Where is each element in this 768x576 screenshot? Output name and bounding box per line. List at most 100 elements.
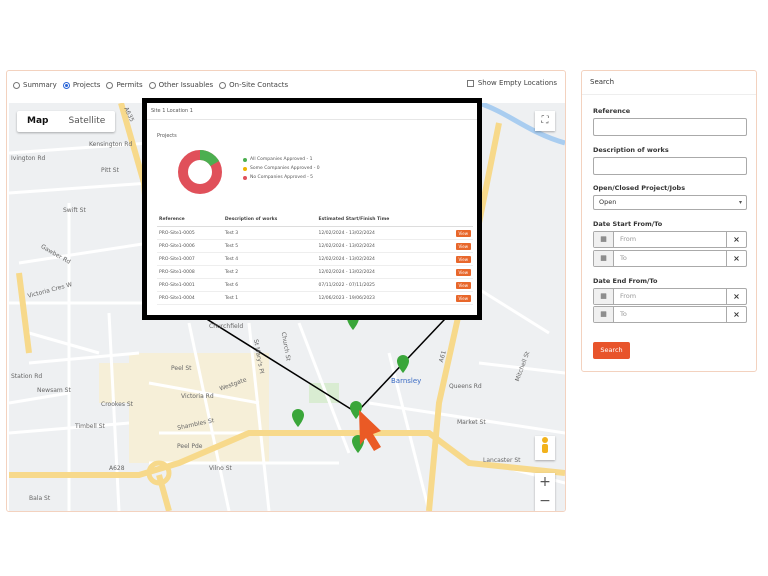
reference-input[interactable] — [593, 118, 747, 136]
table-cell: PRO-Site1-0007 — [157, 252, 223, 266]
legend-item: Some Companies Approved - 0 — [243, 166, 320, 171]
map-type-satellite-button[interactable]: Satellite — [58, 111, 115, 132]
view-button[interactable]: View — [455, 242, 471, 250]
map-type-map-button[interactable]: Map — [17, 111, 58, 132]
legend-dot-icon — [243, 157, 247, 162]
table-cell: Test 4 — [222, 252, 317, 266]
pegman-icon[interactable] — [535, 436, 555, 460]
show-empty-locations-checkbox[interactable]: Show Empty Locations — [466, 79, 557, 87]
view-button[interactable]: View — [455, 268, 471, 276]
street-label: Market St — [457, 419, 486, 426]
donut-legend: All Companies Approved - 1 Some Companies… — [243, 157, 320, 184]
legend-label: No Companies Approved - 5 — [250, 175, 314, 180]
calendar-icon[interactable]: ▦ — [594, 232, 614, 247]
status-label: Open/Closed Project/Jobs — [593, 184, 686, 192]
table-row: PRO-Site1-0008 Test 2 12/02/2024 - 13/02/2… — [157, 265, 473, 279]
projects-donut-chart — [178, 150, 222, 194]
radio-icon — [148, 81, 156, 89]
map-type-control: Map Satellite — [17, 111, 116, 132]
table-cell: 12/02/2024 - 13/02/2024 — [316, 265, 441, 279]
date-end-from-field[interactable]: ▦ From × — [593, 288, 747, 305]
street-label: Swift St — [63, 207, 86, 214]
street-label: Lancaster St — [483, 457, 521, 464]
street-label: Peel Pde — [177, 443, 203, 450]
date-end-label: Date End From/To — [593, 277, 658, 285]
filter-permits-radio[interactable]: Permits — [106, 81, 143, 89]
date-end-from-input[interactable]: From — [614, 289, 726, 304]
zoom-control: + − — [535, 473, 555, 511]
table-cell: 12/06/2023 - 19/06/2023 — [316, 291, 441, 305]
street-label: Bala St — [29, 495, 51, 502]
chevron-down-icon: ▾ — [738, 199, 742, 206]
street-label: Ivington Rd — [11, 155, 46, 162]
view-button[interactable]: View — [455, 294, 471, 302]
date-start-from-input[interactable]: From — [614, 232, 726, 247]
view-button[interactable]: View — [455, 229, 471, 237]
filter-other-issuables-radio[interactable]: Other Issuables — [148, 81, 213, 89]
street-label: A628 — [109, 465, 125, 472]
street-label: Queens Rd — [449, 383, 482, 390]
view-button[interactable]: View — [455, 255, 471, 263]
search-panel: Search Reference Description of works Op… — [581, 70, 757, 372]
table-cell: View — [440, 252, 473, 266]
date-start-from-field[interactable]: ▦ From × — [593, 231, 747, 248]
fullscreen-icon[interactable]: ⛶ — [535, 111, 555, 131]
table-cell: View — [440, 278, 473, 292]
clear-icon[interactable]: × — [726, 251, 746, 266]
filter-projects-radio[interactable]: Projects — [62, 81, 100, 89]
street-label: Peel St — [171, 365, 192, 372]
street-label: Timbell St — [75, 423, 105, 430]
popup-title: Site 1 Location 1 — [147, 103, 477, 120]
zoom-out-button[interactable]: − — [535, 492, 555, 511]
calendar-icon[interactable]: ▦ — [594, 251, 614, 266]
table-header: Description of works — [222, 213, 317, 227]
zoom-in-button[interactable]: + — [535, 473, 555, 492]
legend-label: Some Companies Approved - 0 — [250, 166, 320, 171]
calendar-icon[interactable]: ▦ — [594, 307, 614, 322]
checkbox-icon — [466, 79, 474, 87]
radio-checked-icon — [62, 81, 70, 89]
date-start-to-input[interactable]: To — [614, 251, 726, 266]
radio-icon — [106, 81, 114, 89]
legend-label: All Companies Approved - 1 — [250, 157, 313, 162]
table-cell: 12/02/2024 - 13/02/2024 — [316, 252, 441, 266]
street-label: Churchfield — [209, 323, 244, 330]
date-end-to-input[interactable]: To — [614, 307, 726, 322]
legend-dot-icon — [243, 166, 247, 171]
legend-item: No Companies Approved - 5 — [243, 175, 320, 180]
clear-icon[interactable]: × — [726, 289, 746, 304]
table-cell: Test 5 — [222, 239, 317, 253]
description-input[interactable] — [593, 157, 747, 175]
date-start-to-field[interactable]: ▦ To × — [593, 250, 747, 267]
clear-icon[interactable]: × — [726, 307, 746, 322]
filter-summary-radio[interactable]: Summary — [13, 81, 57, 89]
table-cell: Test 6 — [222, 278, 317, 292]
table-header — [440, 213, 473, 227]
table-cell: View — [440, 291, 473, 305]
radio-icon — [219, 81, 227, 89]
search-button[interactable]: Search — [593, 342, 630, 359]
date-start-label: Date Start From/To — [593, 220, 663, 228]
table-cell: 12/02/2024 - 13/02/2024 — [316, 226, 441, 240]
table-cell: 07/11/2022 - 07/11/2025 — [316, 278, 441, 292]
calendar-icon[interactable]: ▦ — [594, 289, 614, 304]
table-cell: PRO-Site1-0004 — [157, 291, 223, 305]
table-row: PRO-Site1-0006 Test 5 12/02/2024 - 13/02/2… — [157, 239, 473, 253]
street-label: Newsam St — [37, 387, 71, 394]
map-marker-icon — [292, 409, 304, 427]
table-header: Estimated Start/Finish Time — [316, 213, 441, 227]
table-row: PRO-Site1-0007 Test 4 12/02/2024 - 13/02/2… — [157, 252, 473, 266]
status-select[interactable]: Open ▾ — [593, 195, 747, 210]
table-cell: View — [440, 239, 473, 253]
place-label: Barnsley — [391, 377, 422, 385]
table-cell: PRO-Site1-0006 — [157, 239, 223, 253]
date-end-to-field[interactable]: ▦ To × — [593, 306, 747, 323]
view-button[interactable]: View — [455, 281, 471, 289]
clear-icon[interactable]: × — [726, 232, 746, 247]
table-cell: View — [440, 265, 473, 279]
table-cell: Test 3 — [222, 226, 317, 240]
table-row: PRO-Site1-0001 Test 6 07/11/2022 - 07/11/2… — [157, 278, 473, 292]
street-label: Pitt St — [101, 167, 119, 174]
table-row: PRO-Site1-0005 Test 3 12/02/2024 - 13/02/2… — [157, 226, 473, 240]
filter-onsite-contacts-radio[interactable]: On-Site Contacts — [219, 81, 288, 89]
